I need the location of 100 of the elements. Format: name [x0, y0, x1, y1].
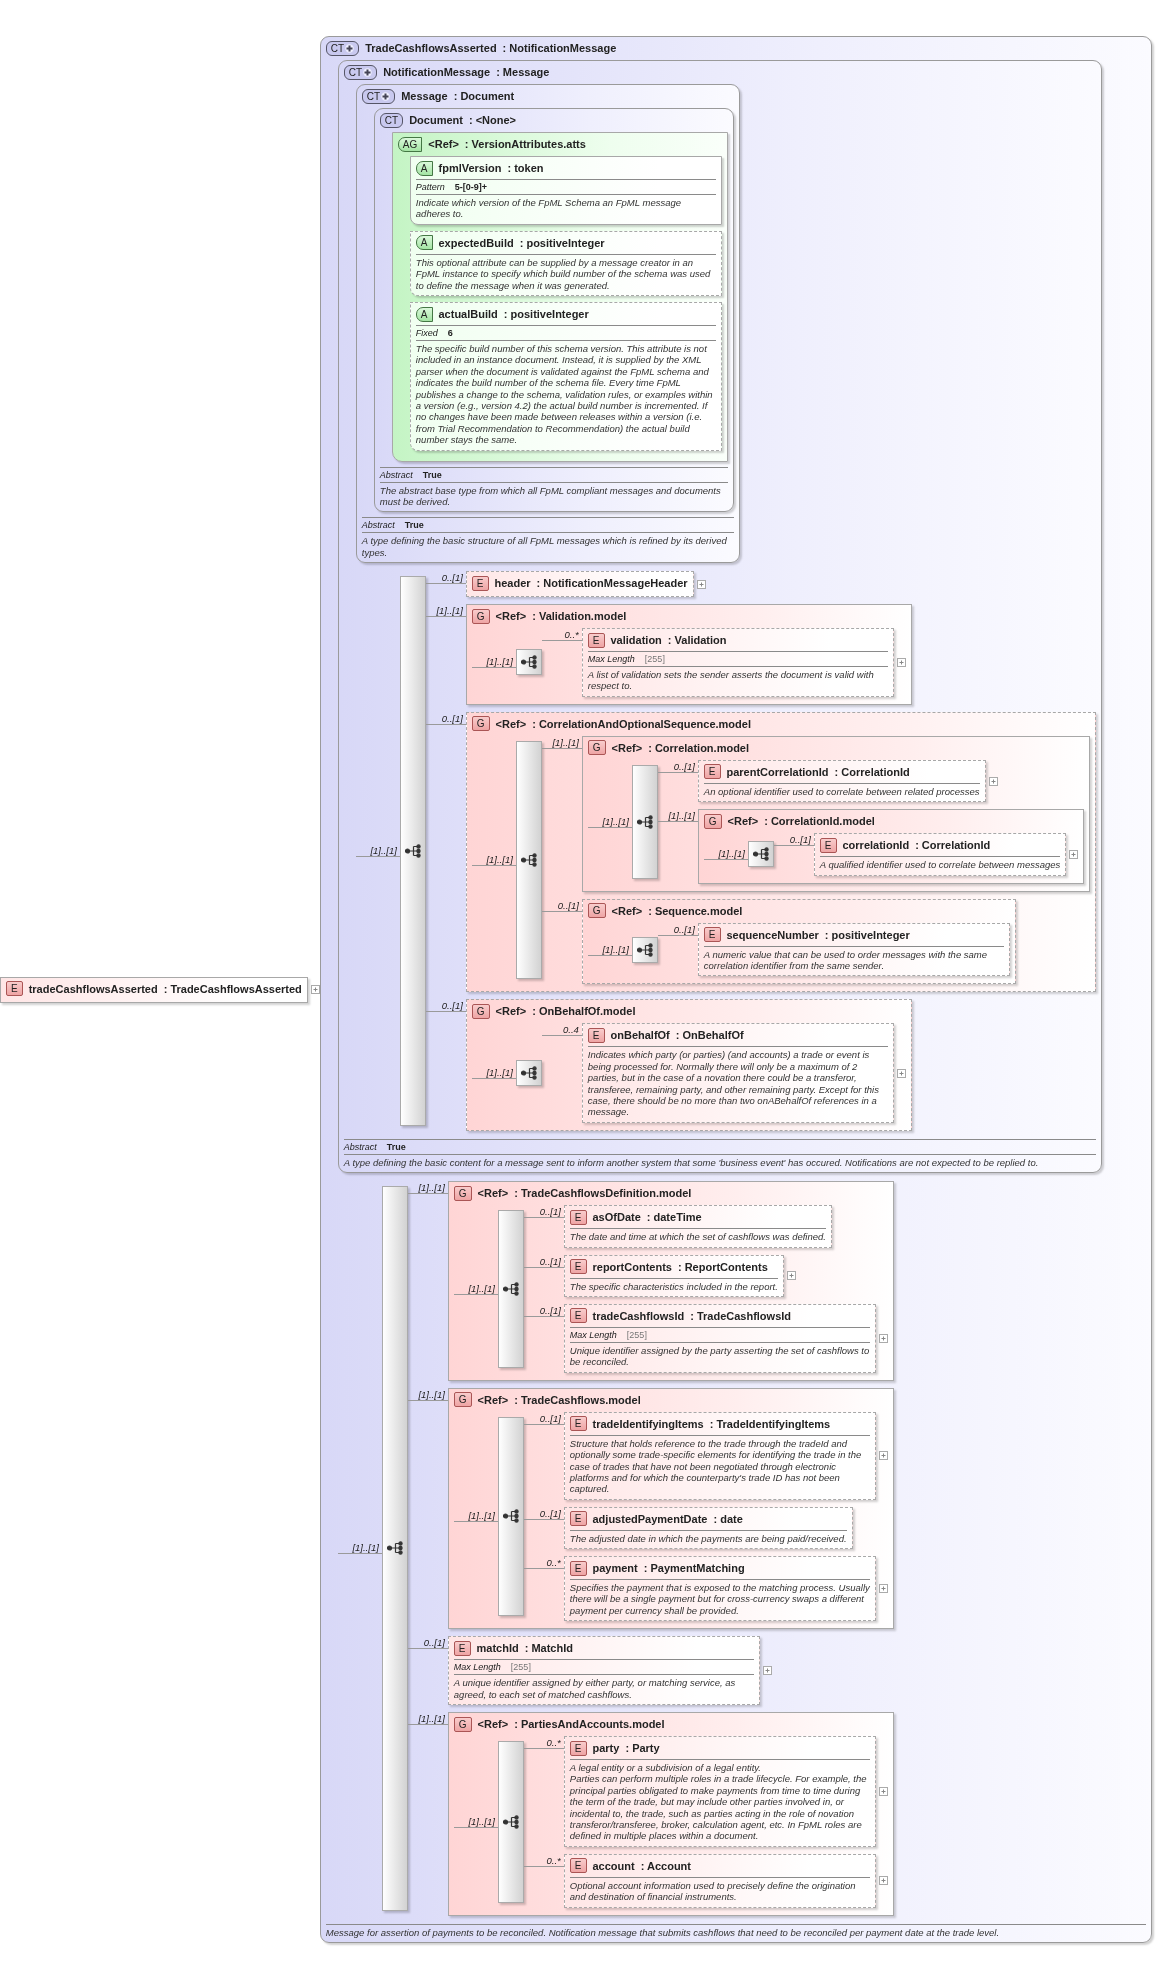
occurrence-label: 0..[1]: [539, 1206, 562, 1218]
component-name: <Ref>: [477, 1393, 509, 1406]
facet-label: Fixed: [415, 328, 438, 338]
kind-badge: CT: [379, 112, 404, 128]
occurrence-label: 0..*: [546, 1737, 562, 1749]
type-name: : positiveInteger: [519, 236, 605, 249]
occurrence-label: 0..[1]: [441, 572, 464, 584]
type-name: : positiveInteger: [824, 928, 910, 941]
component-name: <Ref>: [428, 138, 459, 151]
type-name: : CorrelationId: [915, 839, 991, 852]
expand-icon[interactable]: [786, 1271, 796, 1281]
occurrence-label: 0..[1]: [539, 1412, 562, 1424]
type-name: : Validation.model: [532, 610, 627, 623]
plus-icon: [363, 67, 373, 77]
kind-badge: G: [587, 740, 606, 756]
expand-icon[interactable]: [878, 1451, 888, 1461]
sequence-icon: [752, 847, 769, 862]
occurrence-label: [1]..[1]: [602, 943, 630, 955]
type-name: : NotificationMessage: [502, 42, 617, 55]
sequence-icon: [404, 843, 421, 858]
expand-icon[interactable]: [878, 1876, 888, 1886]
sequence-bar[interactable]: [515, 1060, 542, 1087]
type-name: : PartiesAndAccounts.model: [514, 1718, 665, 1731]
facet-label: Abstract: [343, 1141, 377, 1152]
kind-badge: E: [703, 927, 721, 943]
component-name: asOfDate: [592, 1211, 641, 1224]
type-name: : token: [507, 162, 544, 175]
occurrence-label: 0..[1]: [423, 1637, 446, 1649]
expand-icon[interactable]: [1069, 849, 1079, 859]
description: A qualified identifier used to correlate between messages: [819, 856, 1061, 871]
component-name: tradeCashflowsAsserted: [28, 982, 158, 995]
component-name: payment: [592, 1562, 638, 1575]
type-name: : OnBehalfOf: [675, 1029, 744, 1042]
expand-icon[interactable]: [896, 1068, 906, 1078]
occurrence-label: [1]..[1]: [486, 854, 514, 866]
kind-badge: E: [471, 575, 489, 591]
sequence-bar[interactable]: [631, 936, 658, 963]
occurrence-label: [1]..[1]: [718, 848, 746, 860]
kind-badge: G: [471, 1003, 490, 1019]
expand-icon[interactable]: [878, 1786, 888, 1796]
kind-badge: A: [415, 160, 433, 176]
description: A legal entity or a subdivision of a legal entity. Parties can perform multiple roles in a trade lifecycle. For example, the principal parties obligated to make payments from time to time during the term of the trade, but may include other parties involved in, or incidental to, the trade, such as parties acting in the role of novation transferor/transferee, broker, calculation agent, etc. In FpML roles are defined in multiple places within a document.: [569, 1759, 870, 1842]
description: A unique identifier assigned by either party, or matching service, as agreed, to each set of matched cashflows.: [453, 1674, 754, 1701]
description: Unique identifier assigned by the party asserting the set of cashflows to be reconciled.: [569, 1341, 870, 1368]
plus-icon: [345, 43, 355, 53]
expand-icon[interactable]: [896, 658, 906, 667]
kind-badge: E: [569, 1259, 587, 1275]
type-name: : MatchId: [524, 1642, 573, 1655]
facet-label: Abstract: [361, 520, 395, 531]
expand-icon[interactable]: [988, 776, 998, 786]
occurrence-label: 0..[1]: [441, 1000, 464, 1012]
component-name: onBehalfOf: [610, 1029, 670, 1042]
occurrence-label: [1]..[1]: [668, 810, 696, 822]
occurrence-label: 0..[1]: [539, 1507, 562, 1519]
type-name: : Sequence.model: [648, 904, 743, 917]
type-name: : positiveInteger: [503, 308, 589, 320]
sequence-icon: [386, 1541, 403, 1556]
component-name: expectedBuild: [438, 236, 514, 249]
type-name: : TradeCashflows.model: [514, 1393, 641, 1406]
occurrence-label: [1]..[1]: [468, 1815, 496, 1827]
type-name: : Correlation.model: [648, 741, 750, 754]
component-name: <Ref>: [611, 741, 643, 754]
facet-label: Max Length: [587, 654, 635, 665]
expand-icon[interactable]: [878, 1584, 888, 1594]
sequence-bar[interactable]: [631, 764, 658, 879]
occurrence-label: [1]..[1]: [602, 815, 630, 827]
occurrence-label: 0..[1]: [441, 712, 464, 724]
component-name: header: [494, 577, 531, 590]
sequence-bar[interactable]: [515, 649, 542, 676]
kind-badge: E: [453, 1640, 471, 1656]
type-name: : Validation: [667, 634, 727, 647]
kind-badge: A: [415, 235, 433, 251]
component-name: Message: [401, 90, 448, 103]
component-name: <Ref>: [477, 1718, 509, 1731]
component-name: validation: [610, 634, 662, 647]
expand-icon[interactable]: [696, 579, 706, 589]
component-name: tradeIdentifyingItems: [592, 1417, 704, 1430]
description: Optional account information used to precisely define the origination and destination of financial instruments.: [569, 1876, 870, 1903]
sequence-bar[interactable]: [747, 841, 774, 868]
sequence-icon: [636, 814, 653, 829]
kind-badge: G: [471, 716, 490, 732]
type-name: : CorrelationId: [834, 765, 910, 778]
facet-value: [255]: [644, 654, 665, 665]
occurrence-label: 0..[1]: [789, 834, 812, 846]
component-name: tradeCashflowsId: [592, 1309, 685, 1322]
description: An optional identifier used to correlate between related processes: [703, 782, 980, 798]
kind-badge: E: [587, 632, 605, 648]
expand-icon[interactable]: [310, 985, 320, 994]
component-name: reportContents: [592, 1260, 672, 1273]
component-name: fpmlVersion: [438, 162, 502, 175]
badge-label: CT: [330, 41, 345, 55]
kind-badge: E: [569, 1209, 587, 1225]
facet-value: True: [386, 1141, 406, 1152]
component-name: <Ref>: [477, 1187, 509, 1200]
component-name: <Ref>: [495, 717, 527, 730]
occurrence-label: 0..[1]: [557, 899, 580, 911]
expand-icon[interactable]: [878, 1333, 888, 1343]
component-name: adjustedPaymentDate: [592, 1512, 708, 1525]
expand-icon[interactable]: [762, 1666, 772, 1676]
type-name: : Party: [625, 1742, 660, 1755]
